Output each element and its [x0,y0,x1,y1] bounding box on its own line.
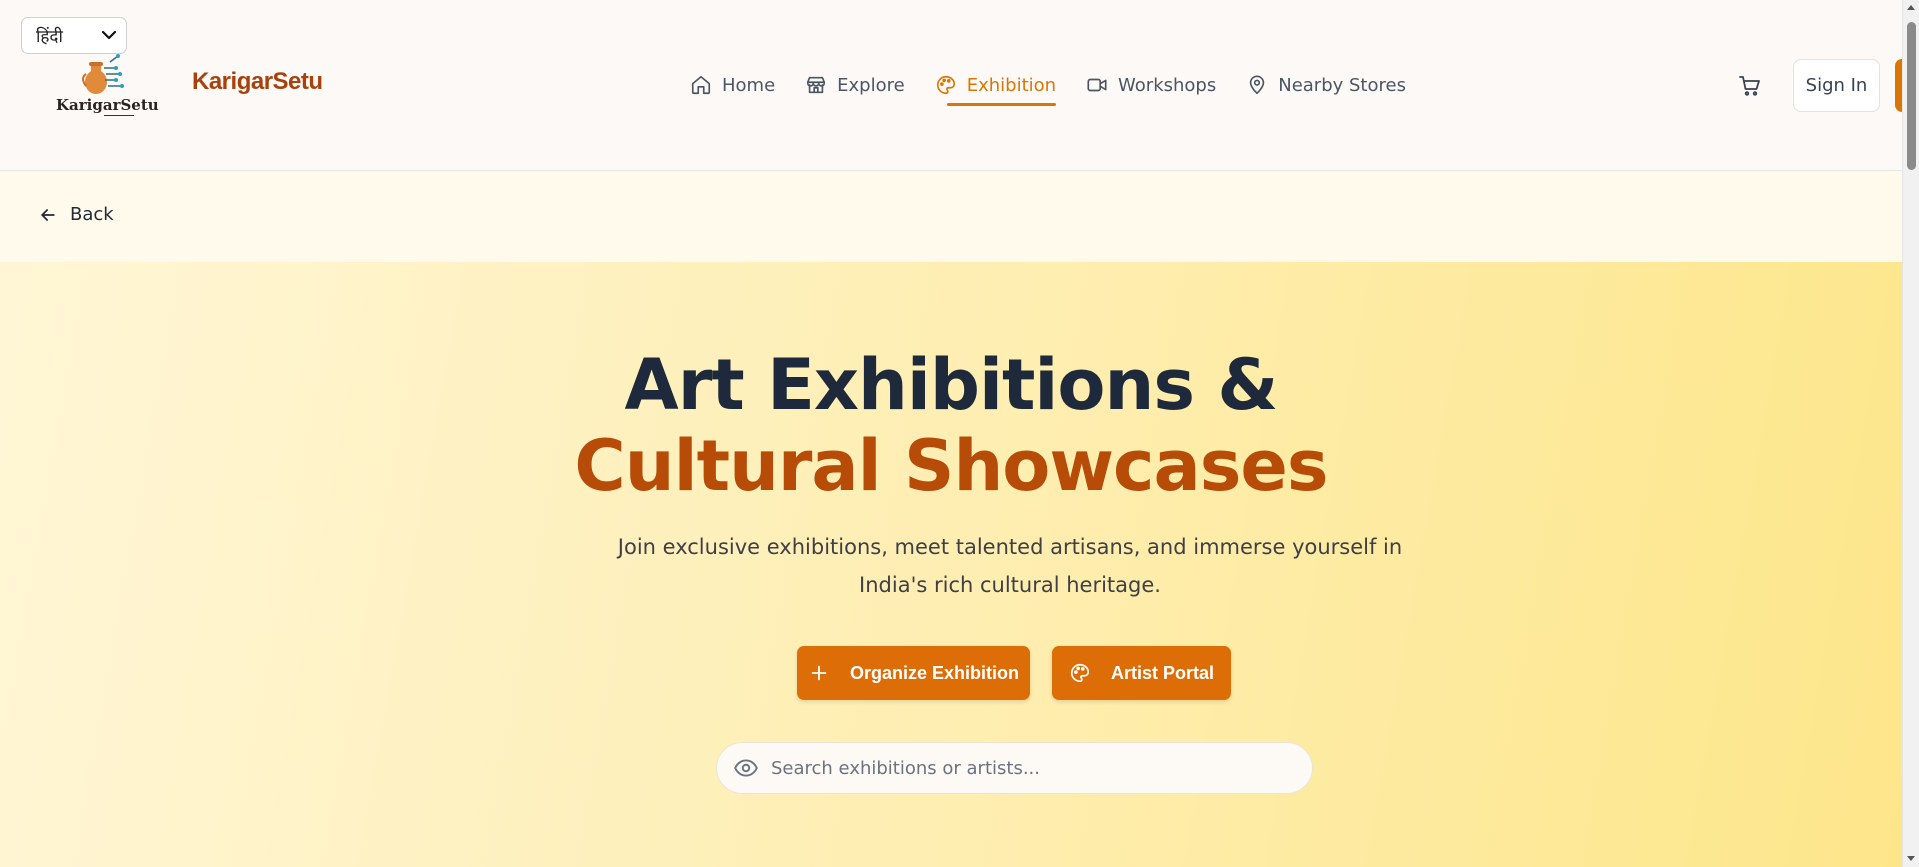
sign-in-button[interactable]: Sign In [1793,59,1880,112]
hero-title-line1: Art Exhibitions & [624,344,1279,426]
nav-explore[interactable]: Explore [805,72,905,98]
hero-subtitle: Join exclusive exhibitions, meet talente… [617,535,1403,597]
logo-underline [104,115,134,116]
back-bar [0,172,1902,262]
language-select-value: हिंदी [36,27,63,47]
scrollbar-thumb[interactable] [1907,22,1916,170]
arrow-left-icon [41,208,55,221]
palette-icon [936,75,955,95]
artist-portal-label: Artist Portal [1110,662,1215,683]
hero-title-line2: Cultural Showcases [574,425,1328,507]
site-header: हिंदी KarigarSetu KarigarSetu Home Explo… [0,0,1902,171]
back-label: Back [70,204,114,225]
nav-exhibition[interactable]: Exhibition [935,72,1057,106]
page: हिंदी KarigarSetu KarigarSetu Home Explo… [0,0,1902,867]
store-icon [807,76,826,94]
main-nav: Home Explore Exhibition Workshops Nearby… [690,72,1436,106]
nav-home-label: Home [722,74,776,96]
language-select[interactable]: हिंदी [21,17,127,54]
search-bar[interactable] [716,742,1313,794]
nav-home[interactable]: Home [690,72,775,98]
palette-icon [1070,663,1090,683]
nav-nearby-stores-label: Nearby Stores [1278,74,1406,96]
home-icon [691,75,711,95]
brand-name[interactable]: KarigarSetu [192,68,323,96]
organize-exhibition-label: Organize Exhibition [849,662,1019,683]
back-button[interactable]: Back [38,204,114,225]
nav-exhibition-label: Exhibition [966,74,1057,96]
search-input[interactable] [771,757,1312,779]
logo[interactable]: KarigarSetu [56,50,159,120]
pot-logo-icon [82,54,124,94]
nav-workshops-label: Workshops [1118,74,1217,96]
video-icon [1087,78,1107,92]
map-pin-icon [1249,75,1265,95]
scroll-down-arrow-icon[interactable] [1907,856,1915,861]
scroll-up-arrow-icon[interactable] [1907,5,1915,10]
nav-workshops[interactable]: Workshops [1086,72,1216,98]
artist-portal-button[interactable]: Artist Portal [1052,646,1231,700]
chevron-down-icon [102,31,116,40]
eye-icon [734,759,758,777]
cart-icon[interactable] [1738,74,1762,98]
header-cta-button-edge[interactable] [1895,59,1902,112]
organize-exhibition-button[interactable]: Organize Exhibition [797,646,1030,700]
nav-explore-label: Explore [837,74,905,96]
plus-icon [811,665,827,681]
logo-text: KarigarSetu [56,96,159,114]
nav-nearby-stores[interactable]: Nearby Stores [1246,72,1406,98]
vertical-scrollbar[interactable] [1902,0,1919,867]
